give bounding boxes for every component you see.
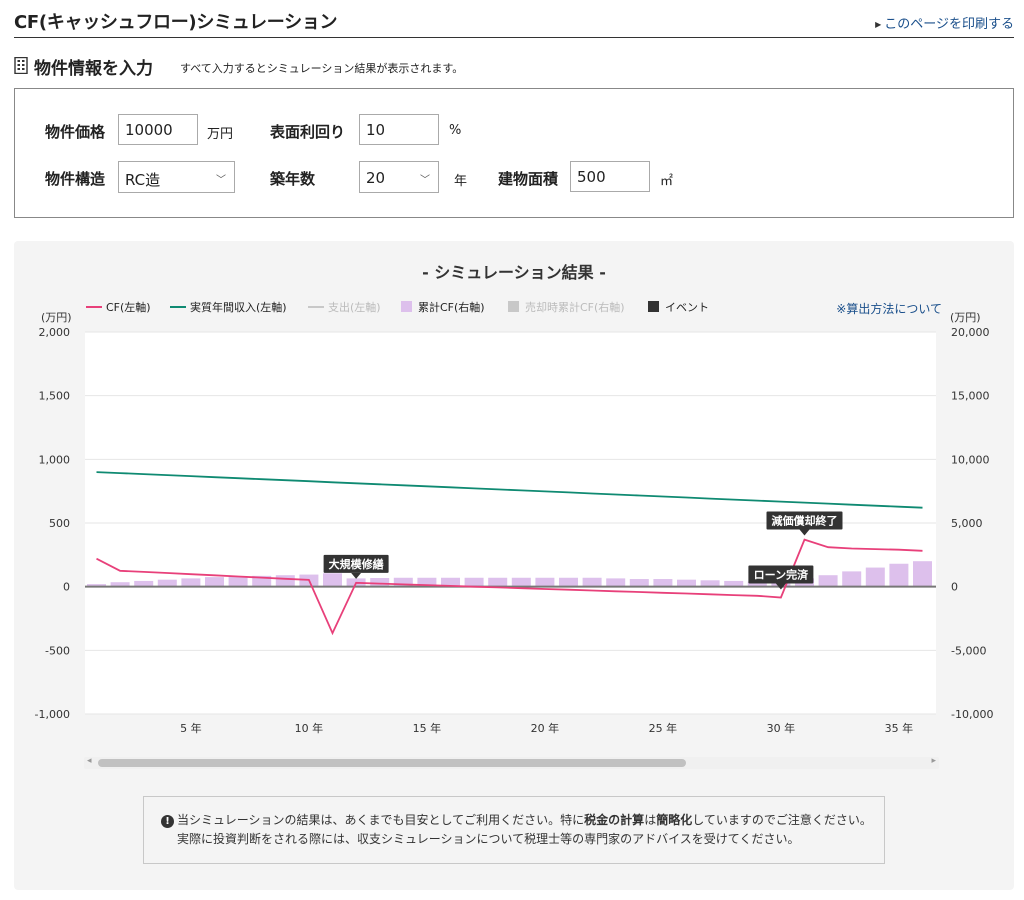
yield-unit: % bbox=[449, 123, 462, 138]
cumulative-cf-bar bbox=[913, 561, 932, 587]
caret-right-icon: ▶ bbox=[875, 20, 882, 29]
right-tick-label: 0 bbox=[951, 581, 958, 594]
left-tick-label: -500 bbox=[45, 644, 70, 657]
page-header: CF(キャッシュフロー)シミュレーション ▶ このページを印刷する bbox=[14, 4, 1014, 38]
left-tick-label: 1,000 bbox=[39, 453, 71, 466]
cumulative-cf-bar bbox=[535, 577, 555, 587]
x-tick-label: 35 年 bbox=[885, 721, 914, 735]
cumulative-cf-bar bbox=[653, 579, 673, 587]
left-tick-label: -1,000 bbox=[35, 708, 70, 721]
property-form: 物件価格 万円 表面利回り % 物件構造 RC造 ﹀ 築年数 20 ﹀ 年 建物… bbox=[14, 88, 1014, 218]
cumulative-cf-bar bbox=[370, 578, 390, 587]
cumulative-cf-bar bbox=[275, 575, 295, 587]
cumulative-cf-bar bbox=[228, 576, 248, 587]
age-value: 20 bbox=[366, 169, 386, 187]
left-tick-label: 2,000 bbox=[39, 326, 71, 339]
right-tick-label: 15,000 bbox=[951, 390, 990, 403]
structure-select[interactable]: RC造 ﹀ bbox=[118, 161, 235, 193]
event-label: ローン完済 bbox=[754, 567, 809, 581]
building-icon bbox=[14, 57, 28, 74]
x-tick-label: 20 年 bbox=[531, 721, 560, 735]
x-tick-label: 5 年 bbox=[180, 721, 202, 735]
right-tick-label: 20,000 bbox=[951, 326, 990, 339]
x-tick-label: 15 年 bbox=[413, 721, 442, 735]
structure-value: RC造 bbox=[125, 171, 161, 189]
notice-line-1: 当シミュレーションの結果は、あくまでも目安としてご利用ください。特に税金の計算は… bbox=[177, 813, 872, 827]
x-tick-label: 10 年 bbox=[295, 721, 324, 735]
area-unit: ㎡ bbox=[660, 174, 674, 189]
x-tick-label: 25 年 bbox=[649, 721, 678, 735]
right-tick-label: -10,000 bbox=[951, 708, 993, 721]
left-tick-label: 1,500 bbox=[39, 390, 71, 403]
age-unit: 年 bbox=[454, 174, 468, 189]
disclaimer-notice: ! 当シミュレーションの結果は、あくまでも目安としてご利用ください。特に税金の計… bbox=[143, 796, 885, 864]
cumulative-cf-bar bbox=[889, 563, 909, 587]
warning-icon: ! bbox=[161, 815, 174, 828]
structure-label: 物件構造 bbox=[45, 170, 106, 188]
cumulative-cf-bar bbox=[323, 573, 342, 587]
cumulative-cf-bar bbox=[606, 578, 626, 587]
section-note: すべて入力するとシミュレーション結果が表示されます。 bbox=[180, 62, 464, 75]
cumulative-cf-bar bbox=[677, 579, 696, 587]
cumulative-cf-bar bbox=[629, 579, 649, 587]
cumulative-cf-bar bbox=[842, 571, 862, 587]
x-tick-label: 30 年 bbox=[767, 721, 796, 735]
right-tick-label: 5,000 bbox=[951, 517, 983, 530]
cumulative-cf-bar bbox=[559, 577, 578, 587]
print-link-label: このページを印刷する bbox=[884, 17, 1014, 32]
scroll-right-icon[interactable]: ▸ bbox=[931, 756, 936, 766]
simulation-result-panel: - シミュレーション結果 - CF(左軸) 実質年間収入(左軸) 支出(左軸) … bbox=[14, 241, 1014, 890]
price-label: 物件価格 bbox=[45, 123, 106, 141]
chart-scrollbar[interactable]: ◂ ▸ bbox=[84, 756, 939, 769]
yield-label: 表面利回り bbox=[270, 123, 346, 141]
chevron-down-icon: ﹀ bbox=[216, 175, 226, 186]
cumulative-cf-bar bbox=[582, 577, 602, 587]
age-select[interactable]: 20 ﹀ bbox=[359, 161, 439, 193]
print-page-link[interactable]: ▶ このページを印刷する bbox=[875, 13, 1014, 32]
notice-line-2: 実際に投資判断をされる際には、収支シミュレーションについて税理士等の専門家のアド… bbox=[177, 832, 800, 846]
section-title: 物件情報を入力 bbox=[34, 59, 153, 79]
right-tick-label: -5,000 bbox=[951, 644, 986, 657]
price-input[interactable] bbox=[118, 114, 198, 145]
area-label: 建物面積 bbox=[498, 170, 559, 188]
scrollbar-thumb[interactable] bbox=[98, 759, 686, 767]
yield-input[interactable] bbox=[359, 114, 439, 145]
left-tick-label: 500 bbox=[49, 517, 70, 530]
cumulative-cf-bar bbox=[205, 577, 224, 587]
left-tick-label: 0 bbox=[63, 581, 70, 594]
cumulative-cf-bar bbox=[181, 578, 201, 587]
event-label: 大規模修繕 bbox=[329, 557, 384, 571]
cf-chart: 2,000 1,500 1,000 500 0 -500 -1,000 20,000 15,00… bbox=[35, 326, 994, 735]
area-input[interactable] bbox=[570, 161, 650, 192]
cumulative-cf-bar bbox=[464, 577, 484, 587]
cumulative-cf-bar bbox=[865, 567, 885, 587]
cumulative-cf-bar bbox=[488, 577, 508, 587]
age-label: 築年数 bbox=[270, 170, 316, 188]
chevron-down-icon: ﹀ bbox=[420, 175, 430, 186]
cumulative-cf-bar bbox=[157, 579, 177, 587]
event-label: 減価償却終了 bbox=[772, 514, 838, 528]
cumulative-cf-bar bbox=[818, 575, 838, 587]
page-title: CF(キャッシュフロー)シミュレーション bbox=[14, 12, 338, 33]
scroll-left-icon[interactable]: ◂ bbox=[87, 756, 92, 766]
cumulative-cf-bar bbox=[511, 577, 531, 587]
price-unit: 万円 bbox=[207, 127, 234, 142]
right-tick-label: 10,000 bbox=[951, 453, 990, 466]
